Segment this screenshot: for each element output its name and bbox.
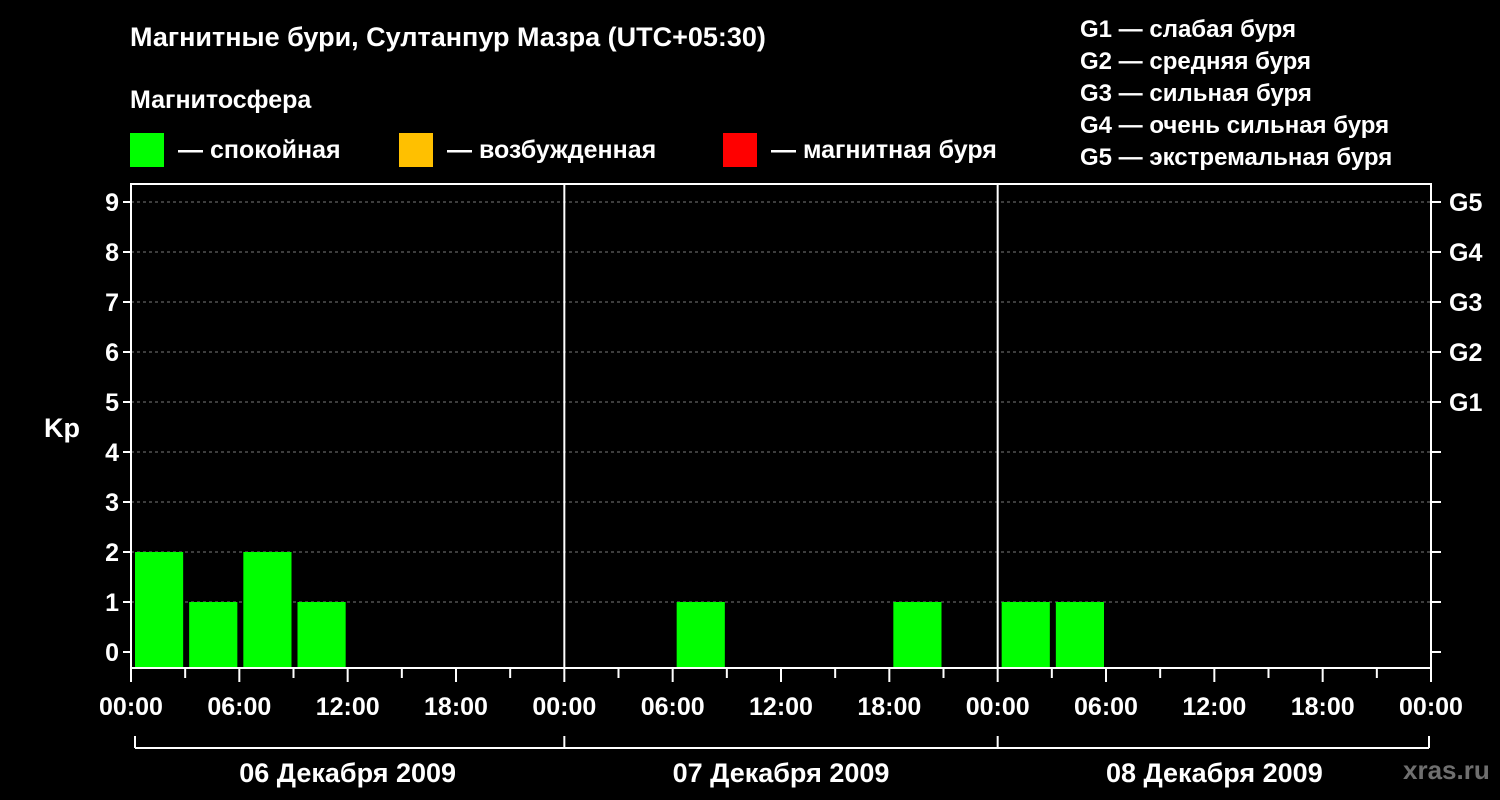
g-level-label: G3	[1449, 289, 1482, 317]
kp-bar	[676, 602, 725, 668]
y-tick-label: 6	[105, 339, 119, 367]
x-tick-label: 06:00	[1074, 693, 1138, 721]
y-tick-label: 8	[105, 239, 119, 267]
x-tick-label: 18:00	[424, 693, 488, 721]
y-tick-label: 5	[105, 389, 119, 417]
day-label: 06 Декабря 2009	[239, 758, 456, 788]
y-tick-label: 0	[105, 639, 119, 667]
kp-bar	[297, 602, 346, 668]
plot-frame	[130, 183, 1432, 669]
x-tick-label: 12:00	[749, 693, 813, 721]
kp-bar	[893, 602, 942, 668]
y-tick-label: 2	[105, 539, 119, 567]
kp-bar	[189, 602, 238, 668]
x-tick-label: 06:00	[641, 693, 705, 721]
x-tick-label: 12:00	[1182, 693, 1246, 721]
x-tick-label: 18:00	[857, 693, 921, 721]
kp-bar	[135, 552, 184, 668]
y-axis-label: Kp	[44, 413, 80, 443]
y-tick-label: 4	[105, 439, 119, 467]
kp-bar	[1001, 602, 1050, 668]
watermark: xras.ru	[1403, 755, 1490, 785]
day-label: 08 Декабря 2009	[1106, 758, 1323, 788]
x-tick-label: 06:00	[207, 693, 271, 721]
y-tick-label: 3	[105, 489, 119, 517]
y-tick-label: 9	[105, 189, 119, 217]
g-level-label: G5	[1449, 189, 1482, 217]
y-tick-label: 7	[105, 289, 119, 317]
day-label: 07 Декабря 2009	[673, 758, 890, 788]
x-tick-label: 18:00	[1291, 693, 1355, 721]
x-tick-label: 12:00	[316, 693, 380, 721]
kp-chart: 0 1 2 3 4 5 6 7 8 9 G1 G2 G3 G4 G5 Kp 00:00 06:00 12:00 18:…	[44, 183, 1482, 788]
g-level-label: G2	[1449, 339, 1482, 367]
y-tick-label: 1	[105, 589, 119, 617]
g-level-label: G1	[1449, 389, 1482, 417]
x-tick-label: 00:00	[532, 693, 596, 721]
g-level-label: G4	[1449, 239, 1482, 267]
x-tick-label: 00:00	[966, 693, 1030, 721]
x-tick-label: 00:00	[99, 693, 163, 721]
kp-bar	[243, 552, 292, 668]
kp-bar	[1055, 602, 1104, 668]
x-tick-label: 00:00	[1399, 693, 1463, 721]
